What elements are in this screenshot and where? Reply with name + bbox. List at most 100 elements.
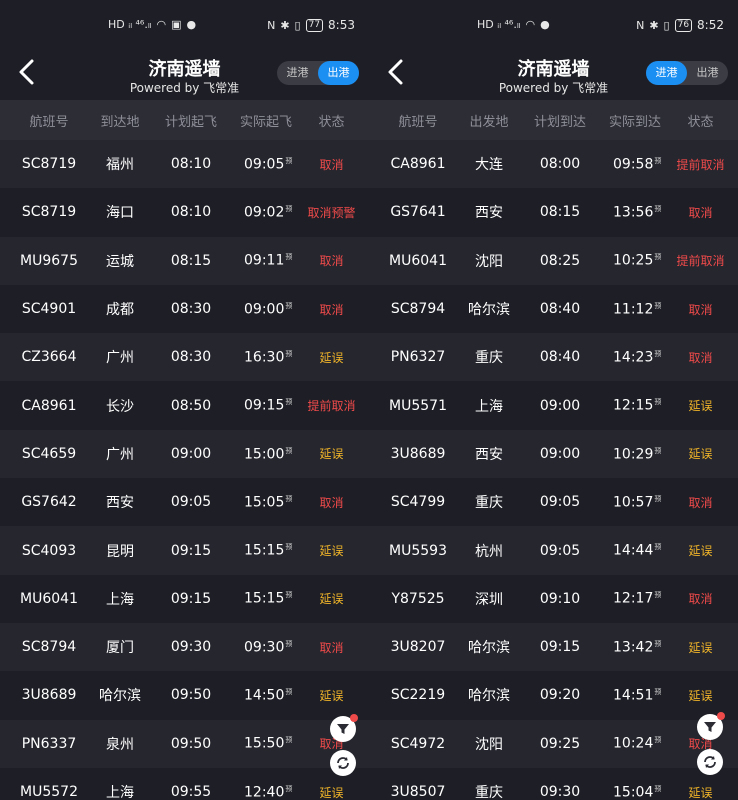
status-badge: 提前取消 — [676, 254, 725, 269]
flight-number: CA8961 — [21, 397, 77, 414]
flight-row[interactable]: MU5572 上海 09:55 12:40预 延误 — [0, 767, 369, 800]
network-indicator: HD ᵢₗ ⁴⁶.ₗₗ — [108, 18, 152, 31]
flight-row[interactable]: SC8794 厦门 09:30 09:30预 取消 — [0, 622, 369, 672]
planned-time: 09:20 — [539, 687, 581, 704]
arrival-departure-toggle[interactable]: 进港 出港 — [646, 61, 728, 85]
actual-time: 12:15 — [613, 397, 654, 414]
refresh-button[interactable] — [697, 749, 723, 775]
nfc-icon: N — [267, 18, 276, 32]
destination: 上海 — [106, 785, 134, 800]
destination: 哈尔滨 — [99, 688, 141, 705]
status-bar-system: N ✱ ▯ 76 8:52 — [636, 18, 724, 32]
actual-time-cell: 09:58预 — [609, 156, 663, 172]
refresh-button[interactable] — [330, 750, 356, 776]
estimate-mark: 预 — [654, 543, 662, 552]
actual-time-cell: 15:00预 — [240, 446, 294, 462]
status-bar: HD ᵢₗ ⁴⁶.ₗₗ ◠ ▣ ● N ✱ ▯ 77 8:53 — [0, 0, 369, 50]
flight-row[interactable]: SC4799 重庆 09:05 10:57预 取消 — [369, 478, 738, 527]
flight-row[interactable]: PN6337 泉州 09:50 15:50预 取消 — [0, 719, 369, 768]
flight-row[interactable]: PN6327 重庆 08:40 14:23预 取消 — [369, 333, 738, 382]
planned-time: 08:10 — [170, 204, 212, 221]
chat-icon: ● — [540, 18, 550, 31]
toggle-arrivals[interactable]: 进港 — [277, 61, 318, 85]
refresh-icon — [704, 756, 716, 768]
toggle-arrivals[interactable]: 进港 — [646, 61, 687, 85]
flight-row[interactable]: CZ3664 广州 08:30 16:30预 延误 — [0, 333, 369, 382]
actual-time: 09:11 — [244, 253, 285, 270]
estimate-mark: 预 — [285, 156, 293, 165]
flight-row[interactable]: CA8961 长沙 08:50 09:15预 提前取消 — [0, 381, 369, 430]
origin: 杭州 — [475, 543, 503, 560]
wifi-icon: ◠ — [525, 18, 536, 31]
toggle-departures[interactable]: 出港 — [318, 61, 359, 85]
flight-row[interactable]: 3U8507 重庆 09:30 15:04预 延误 — [369, 767, 738, 800]
flight-number: 3U8689 — [390, 445, 446, 462]
flight-row[interactable]: SC8719 海口 08:10 09:02预 取消预警 — [0, 188, 369, 237]
flight-number: MU5593 — [389, 542, 447, 559]
flight-row[interactable]: GS7641 西安 08:15 13:56预 取消 — [369, 188, 738, 237]
actual-time-cell: 09:05预 — [240, 156, 294, 172]
flight-row[interactable]: 3U8689 西安 09:00 10:29预 延误 — [369, 429, 738, 479]
status-bar-signals: HD ᵢₗ ⁴⁶.ₗₗ ◠ ▣ ● — [108, 18, 196, 31]
arrival-departure-toggle[interactable]: 进港 出港 — [277, 61, 359, 85]
table-header: 航班号 到达地 计划起飞 实际起飞 状态 — [0, 100, 369, 140]
status-badge: 取消 — [688, 205, 713, 220]
estimate-mark: 预 — [285, 688, 293, 697]
destination: 运城 — [106, 253, 134, 270]
flight-number: GS7642 — [21, 494, 77, 511]
estimate-mark: 预 — [285, 784, 293, 793]
filter-button[interactable] — [330, 714, 358, 742]
actual-time-cell: 13:56预 — [609, 204, 663, 221]
status-badge: 延误 — [688, 447, 713, 462]
notification-icon: ▣ — [171, 18, 182, 31]
flight-row[interactable]: SC8794 哈尔滨 08:40 11:12预 取消 — [369, 284, 738, 334]
actual-time: 10:29 — [613, 446, 654, 463]
battery-indicator: 77 — [305, 18, 324, 32]
flight-row[interactable]: GS7642 西安 09:05 15:05预 取消 — [0, 478, 369, 527]
flight-number: MU5572 — [20, 784, 78, 800]
flight-row[interactable]: SC2219 哈尔滨 09:20 14:51预 延误 — [369, 671, 738, 720]
flight-row[interactable]: MU9675 运城 08:15 09:11预 取消 — [0, 236, 369, 285]
status-bar-system: N ✱ ▯ 77 8:53 — [267, 18, 355, 32]
toggle-departures[interactable]: 出港 — [687, 61, 728, 85]
estimate-mark: 预 — [285, 205, 293, 214]
flight-row[interactable]: 3U8207 哈尔滨 09:15 13:42预 延误 — [369, 622, 738, 672]
flight-row[interactable]: 3U8689 哈尔滨 09:50 14:50预 延误 — [0, 671, 369, 720]
flight-row[interactable]: CA8961 大连 08:00 09:58预 提前取消 — [369, 140, 738, 189]
planned-time: 09:50 — [170, 735, 212, 752]
column-flight: 航班号 — [398, 114, 438, 130]
flight-list: CA8961 大连 08:00 09:58预 提前取消 GS7641 西安 08:15 13:5… — [369, 140, 738, 800]
flight-row[interactable]: MU6041 上海 09:15 15:15预 延误 — [0, 574, 369, 623]
filter-button[interactable] — [697, 712, 725, 740]
estimate-mark: 预 — [285, 591, 293, 600]
column-status: 状态 — [318, 114, 345, 130]
estimate-mark: 预 — [654, 253, 662, 262]
origin: 哈尔滨 — [468, 302, 510, 319]
network-indicator: HD ᵢₗ ⁴⁶.ₗₗ — [477, 18, 521, 31]
origin: 沈阳 — [475, 736, 503, 753]
flight-row[interactable]: Y87525 深圳 09:10 12:17预 取消 — [369, 574, 738, 623]
status-badge: 取消 — [319, 495, 344, 510]
flight-row[interactable]: SC4093 昆明 09:15 15:15预 延误 — [0, 526, 369, 575]
destination: 厦门 — [106, 640, 134, 657]
actual-time: 10:24 — [613, 736, 654, 753]
flight-row[interactable]: SC8719 福州 08:10 09:05预 取消 — [0, 140, 369, 189]
origin: 重庆 — [475, 785, 503, 800]
flight-row[interactable]: SC4972 沈阳 09:25 10:24预 取消 — [369, 719, 738, 768]
planned-time: 08:30 — [170, 301, 212, 318]
planned-time: 09:15 — [170, 590, 212, 607]
destination: 上海 — [106, 591, 134, 608]
flight-row[interactable]: MU6041 沈阳 08:25 10:25预 提前取消 — [369, 236, 738, 285]
estimate-mark: 预 — [654, 494, 662, 503]
flight-row[interactable]: SC4659 广州 09:00 15:00预 延误 — [0, 429, 369, 479]
status-badge: 提前取消 — [307, 399, 356, 414]
flight-row[interactable]: MU5571 上海 09:00 12:15预 延误 — [369, 381, 738, 430]
actual-time: 12:17 — [613, 591, 654, 608]
flight-number: 3U8207 — [390, 639, 446, 656]
actual-time-cell: 10:24预 — [609, 735, 663, 752]
flight-row[interactable]: SC4901 成都 08:30 09:00预 取消 — [0, 284, 369, 334]
origin: 哈尔滨 — [468, 688, 510, 705]
flight-row[interactable]: MU5593 杭州 09:05 14:44预 延误 — [369, 526, 738, 575]
actual-time: 15:15 — [244, 591, 285, 608]
destination: 广州 — [106, 446, 134, 463]
